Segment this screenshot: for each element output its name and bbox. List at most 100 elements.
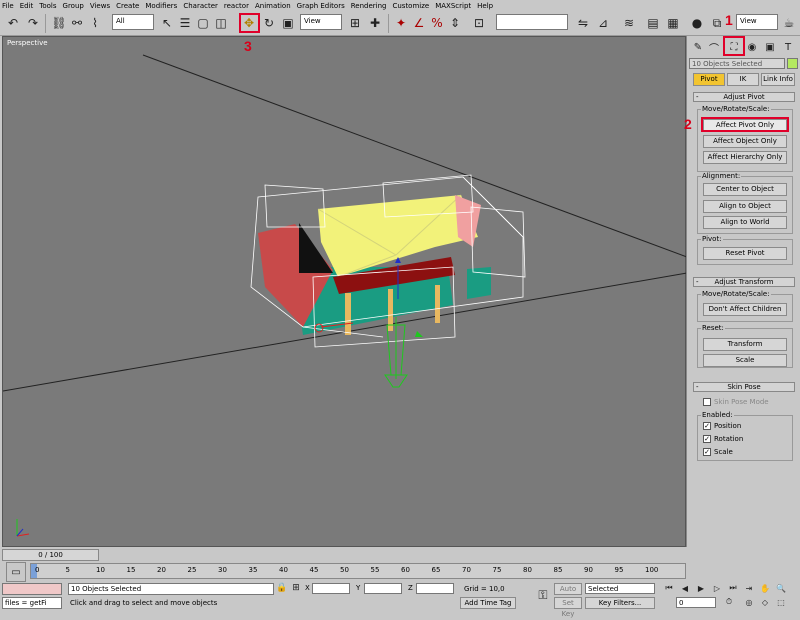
maxscript-listener-pink[interactable] bbox=[2, 583, 62, 595]
time-slider[interactable]: 0 / 100 bbox=[2, 549, 99, 561]
field-of-view-icon[interactable]: ◇ bbox=[758, 595, 772, 609]
align-icon[interactable]: ⊿ bbox=[594, 14, 612, 32]
reset-scale-button[interactable]: Scale bbox=[703, 354, 787, 367]
menu-item-rendering[interactable]: Rendering bbox=[351, 2, 387, 10]
edit-named-selections-icon[interactable]: ⊡ bbox=[470, 14, 488, 32]
tab-link-info[interactable]: Link Info bbox=[761, 73, 795, 86]
undo-icon[interactable]: ↶ bbox=[4, 14, 22, 32]
unlink-icon[interactable]: ⚯ bbox=[68, 14, 86, 32]
maximize-viewport-icon[interactable]: ⬚ bbox=[774, 595, 788, 609]
absolute-mode-icon[interactable]: ⊞ bbox=[290, 581, 302, 595]
x-coordinate-field[interactable] bbox=[312, 583, 350, 594]
time-slider-track[interactable] bbox=[100, 549, 686, 561]
redo-icon[interactable]: ↷ bbox=[24, 14, 42, 32]
select-manipulate-icon[interactable]: ✚ bbox=[366, 14, 384, 32]
adjust-pivot-rollout[interactable]: - Adjust Pivot bbox=[693, 92, 795, 102]
select-by-name-icon[interactable]: ☰ bbox=[176, 14, 194, 32]
material-editor-icon[interactable]: ● bbox=[688, 14, 706, 32]
utilities-tab-icon[interactable]: T bbox=[779, 38, 797, 56]
center-to-object-button[interactable]: Center to Object bbox=[703, 183, 787, 196]
use-pivot-center-icon[interactable]: ⊞ bbox=[346, 14, 364, 32]
lock-selection-icon[interactable]: 🔒 bbox=[276, 581, 288, 595]
menu-item-create[interactable]: Create bbox=[116, 2, 139, 10]
select-link-icon[interactable]: ⛓ bbox=[50, 14, 68, 32]
current-frame-field[interactable]: 0 bbox=[676, 597, 716, 608]
next-frame-icon[interactable]: ▷ bbox=[710, 581, 724, 595]
spinner-snap-icon[interactable]: ⇕ bbox=[446, 14, 464, 32]
affect-hierarchy-only-button[interactable]: Affect Hierarchy Only bbox=[703, 151, 787, 164]
menu-item-edit[interactable]: Edit bbox=[20, 2, 34, 10]
go-to-end-icon[interactable]: ⏭ bbox=[726, 581, 740, 595]
modify-tab-icon[interactable]: ⌒ bbox=[705, 38, 723, 56]
select-object-icon[interactable]: ↖ bbox=[158, 14, 176, 32]
align-to-world-button[interactable]: Align to World bbox=[703, 216, 787, 229]
window-crossing-icon[interactable]: ◫ bbox=[212, 14, 230, 32]
tab-pivot[interactable]: Pivot bbox=[693, 73, 725, 86]
adjust-transform-rollout[interactable]: - Adjust Transform bbox=[693, 277, 795, 287]
rectangular-selection-icon[interactable]: ▢ bbox=[194, 14, 212, 32]
track-bar-icon[interactable]: ▭ bbox=[6, 562, 26, 582]
set-key-button[interactable]: Set Key bbox=[554, 597, 582, 618]
orbit-icon[interactable]: ◎ bbox=[742, 595, 756, 609]
affect-object-only-button[interactable]: Affect Object Only bbox=[703, 135, 787, 148]
align-to-object-button[interactable]: Align to Object bbox=[703, 200, 787, 213]
rotation-checkbox[interactable]: ✓ Rotation bbox=[703, 435, 743, 443]
mirror-icon[interactable]: ⇋ bbox=[574, 14, 592, 32]
perspective-viewport[interactable]: Perspective bbox=[2, 36, 687, 547]
quick-render-icon[interactable]: ☕ bbox=[780, 14, 798, 32]
reference-coordinate-select[interactable]: View bbox=[300, 14, 342, 30]
menu-item-modifiers[interactable]: Modifiers bbox=[145, 2, 177, 10]
bind-space-warp-icon[interactable]: ⌇ bbox=[86, 14, 104, 32]
scale-checkbox[interactable]: ✓ Scale bbox=[703, 448, 733, 456]
menu-item-views[interactable]: Views bbox=[90, 2, 110, 10]
position-checkbox[interactable]: ✓ Position bbox=[703, 422, 741, 430]
auto-key-button[interactable]: Auto Key bbox=[554, 583, 582, 604]
percent-snap-icon[interactable]: % bbox=[428, 14, 446, 32]
menu-item-maxscript[interactable]: MAXScript bbox=[435, 2, 471, 10]
render-scene-icon[interactable]: ⧉ bbox=[708, 14, 726, 32]
reset-transform-button[interactable]: Transform bbox=[703, 338, 787, 351]
previous-frame-icon[interactable]: ◀ bbox=[678, 581, 692, 595]
key-mode-toggle-icon[interactable]: ⇥ bbox=[742, 581, 756, 595]
maxscript-field[interactable]: files = getFi bbox=[2, 597, 62, 609]
schematic-view-icon[interactable]: ▦ bbox=[664, 14, 682, 32]
skin-pose-mode-checkbox[interactable]: Skin Pose Mode bbox=[703, 398, 769, 406]
selection-filter-select[interactable]: All bbox=[112, 14, 154, 30]
skin-pose-rollout[interactable]: - Skin Pose bbox=[693, 382, 795, 392]
y-coordinate-field[interactable] bbox=[364, 583, 402, 594]
named-selection-sets-select[interactable] bbox=[496, 14, 568, 30]
zoom-icon[interactable]: 🔍 bbox=[774, 581, 788, 595]
menu-item-file[interactable]: File bbox=[2, 2, 14, 10]
time-config-icon[interactable]: ⏱ bbox=[722, 595, 736, 609]
menu-item-animation[interactable]: Animation bbox=[255, 2, 291, 10]
menu-item-tools[interactable]: Tools bbox=[39, 2, 56, 10]
key-mode-select[interactable]: Selected bbox=[585, 583, 655, 594]
menu-item-customize[interactable]: Customize bbox=[392, 2, 429, 10]
track-bar[interactable]: 0 5 10 15 20 25 30 35 40 45 50 55 60 65 70 75 80 85 90 95 10… bbox=[30, 563, 686, 579]
menu-item-help[interactable]: Help bbox=[477, 2, 493, 10]
select-and-scale-icon[interactable]: ▣ bbox=[279, 14, 297, 32]
snaps-toggle-icon[interactable]: ✦ bbox=[392, 14, 410, 32]
object-color-swatch[interactable] bbox=[787, 58, 798, 69]
go-to-start-icon[interactable]: ⏮ bbox=[662, 581, 676, 595]
display-tab-icon[interactable]: ▣ bbox=[761, 38, 779, 56]
angle-snap-icon[interactable]: ∠ bbox=[410, 14, 428, 32]
dont-affect-children-button[interactable]: Don't Affect Children bbox=[703, 303, 787, 316]
reset-pivot-button[interactable]: Reset Pivot bbox=[703, 247, 787, 260]
tab-ik[interactable]: IK bbox=[727, 73, 759, 86]
render-type-select[interactable]: View bbox=[736, 14, 778, 30]
menu-item-reactor[interactable]: reactor bbox=[224, 2, 249, 10]
layer-manager-icon[interactable]: ≋ bbox=[620, 14, 638, 32]
menu-item-graph-editors[interactable]: Graph Editors bbox=[297, 2, 345, 10]
curve-editor-icon[interactable]: ▤ bbox=[644, 14, 662, 32]
play-icon[interactable]: ▶ bbox=[694, 581, 708, 595]
menu-item-group[interactable]: Group bbox=[63, 2, 84, 10]
menu-item-character[interactable]: Character bbox=[183, 2, 218, 10]
z-coordinate-field[interactable] bbox=[416, 583, 454, 594]
select-and-rotate-icon[interactable]: ↻ bbox=[260, 14, 278, 32]
key-icon[interactable]: ⚿ bbox=[534, 583, 552, 607]
key-filters-button[interactable]: Key Filters... bbox=[585, 597, 655, 609]
motion-tab-icon[interactable]: ◉ bbox=[743, 38, 761, 56]
add-time-tag-button[interactable]: Add Time Tag bbox=[460, 597, 516, 609]
pan-icon[interactable]: ✋ bbox=[758, 581, 772, 595]
